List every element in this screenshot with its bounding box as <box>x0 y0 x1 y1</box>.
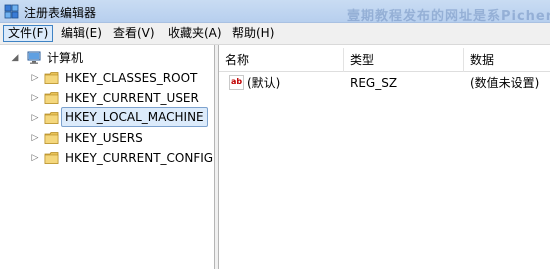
regedit-app-icon <box>4 4 19 19</box>
folder-icon <box>44 132 59 144</box>
folder-icon <box>44 112 59 124</box>
menu-edit[interactable]: 编辑(E) <box>57 25 106 42</box>
watermark-text: 壹期教程发布的网址是系Pichen <box>346 9 550 24</box>
tree-item-hkey-classes-root[interactable]: ▷ HKEY_CLASSES_ROOT <box>0 68 215 88</box>
computer-icon <box>27 51 41 64</box>
tree-root-computer[interactable]: ◢ 计算机 <box>0 48 215 68</box>
tree-label-selected: HKEY_LOCAL_MACHINE <box>61 107 208 127</box>
tree-label: HKEY_USERS <box>65 131 143 145</box>
menu-help[interactable]: 帮助(H) <box>228 25 278 42</box>
folder-icon <box>44 92 59 104</box>
tree-label: HKEY_CURRENT_CONFIG <box>65 151 214 165</box>
column-header-data[interactable]: 数据 <box>464 48 550 72</box>
expand-arrow-icon[interactable]: ▷ <box>30 108 40 128</box>
value-type: REG_SZ <box>350 76 398 90</box>
tree-item-hkey-current-user[interactable]: ▷ HKEY_CURRENT_USER <box>0 88 215 108</box>
menu-bar: 文件(F) 编辑(E) 查看(V) 收藏夹(A) 帮助(H) <box>0 23 550 45</box>
list-row[interactable]: ab (默认) REG_SZ (数值未设置) <box>219 73 550 93</box>
value-name: (默认) <box>247 76 281 90</box>
expand-arrow-icon[interactable]: ▷ <box>30 128 40 148</box>
expand-arrow-icon[interactable]: ▷ <box>30 148 40 168</box>
tree-label: HKEY_CURRENT_USER <box>65 91 199 105</box>
registry-tree-pane[interactable]: ◢ 计算机 ▷ HKEY_CLASSES_ROOT ▷ HKEY_CURRENT… <box>0 45 215 269</box>
title-bar: 注册表编辑器 壹期教程发布的网址是系Pichen <box>0 0 550 24</box>
folder-icon <box>44 152 59 164</box>
tree-label: HKEY_CLASSES_ROOT <box>65 71 198 85</box>
window-title: 注册表编辑器 <box>24 6 97 20</box>
list-header: 名称 类型 数据 <box>219 48 550 72</box>
tree-item-hkey-local-machine[interactable]: ▷ HKEY_LOCAL_MACHINE <box>0 107 215 128</box>
column-header-name[interactable]: 名称 <box>219 48 344 72</box>
column-header-type[interactable]: 类型 <box>344 48 464 72</box>
expand-arrow-icon[interactable]: ▷ <box>30 88 40 108</box>
menu-view[interactable]: 查看(V) <box>109 25 159 42</box>
tree-label-computer: 计算机 <box>47 51 84 65</box>
collapse-arrow-icon[interactable]: ◢ <box>10 48 20 68</box>
folder-icon <box>44 72 59 84</box>
tree-item-hkey-current-config[interactable]: ▷ HKEY_CURRENT_CONFIG <box>0 148 215 168</box>
value-data: (数值未设置) <box>470 76 540 90</box>
tree-item-hkey-users[interactable]: ▷ HKEY_USERS <box>0 128 215 148</box>
registry-values-pane[interactable]: 名称 类型 数据 ab (默认) REG_SZ (数值未设置) <box>219 45 550 269</box>
string-value-icon: ab <box>229 75 244 90</box>
expand-arrow-icon[interactable]: ▷ <box>30 68 40 88</box>
menu-file[interactable]: 文件(F) <box>3 25 54 42</box>
menu-favorites[interactable]: 收藏夹(A) <box>164 25 226 42</box>
